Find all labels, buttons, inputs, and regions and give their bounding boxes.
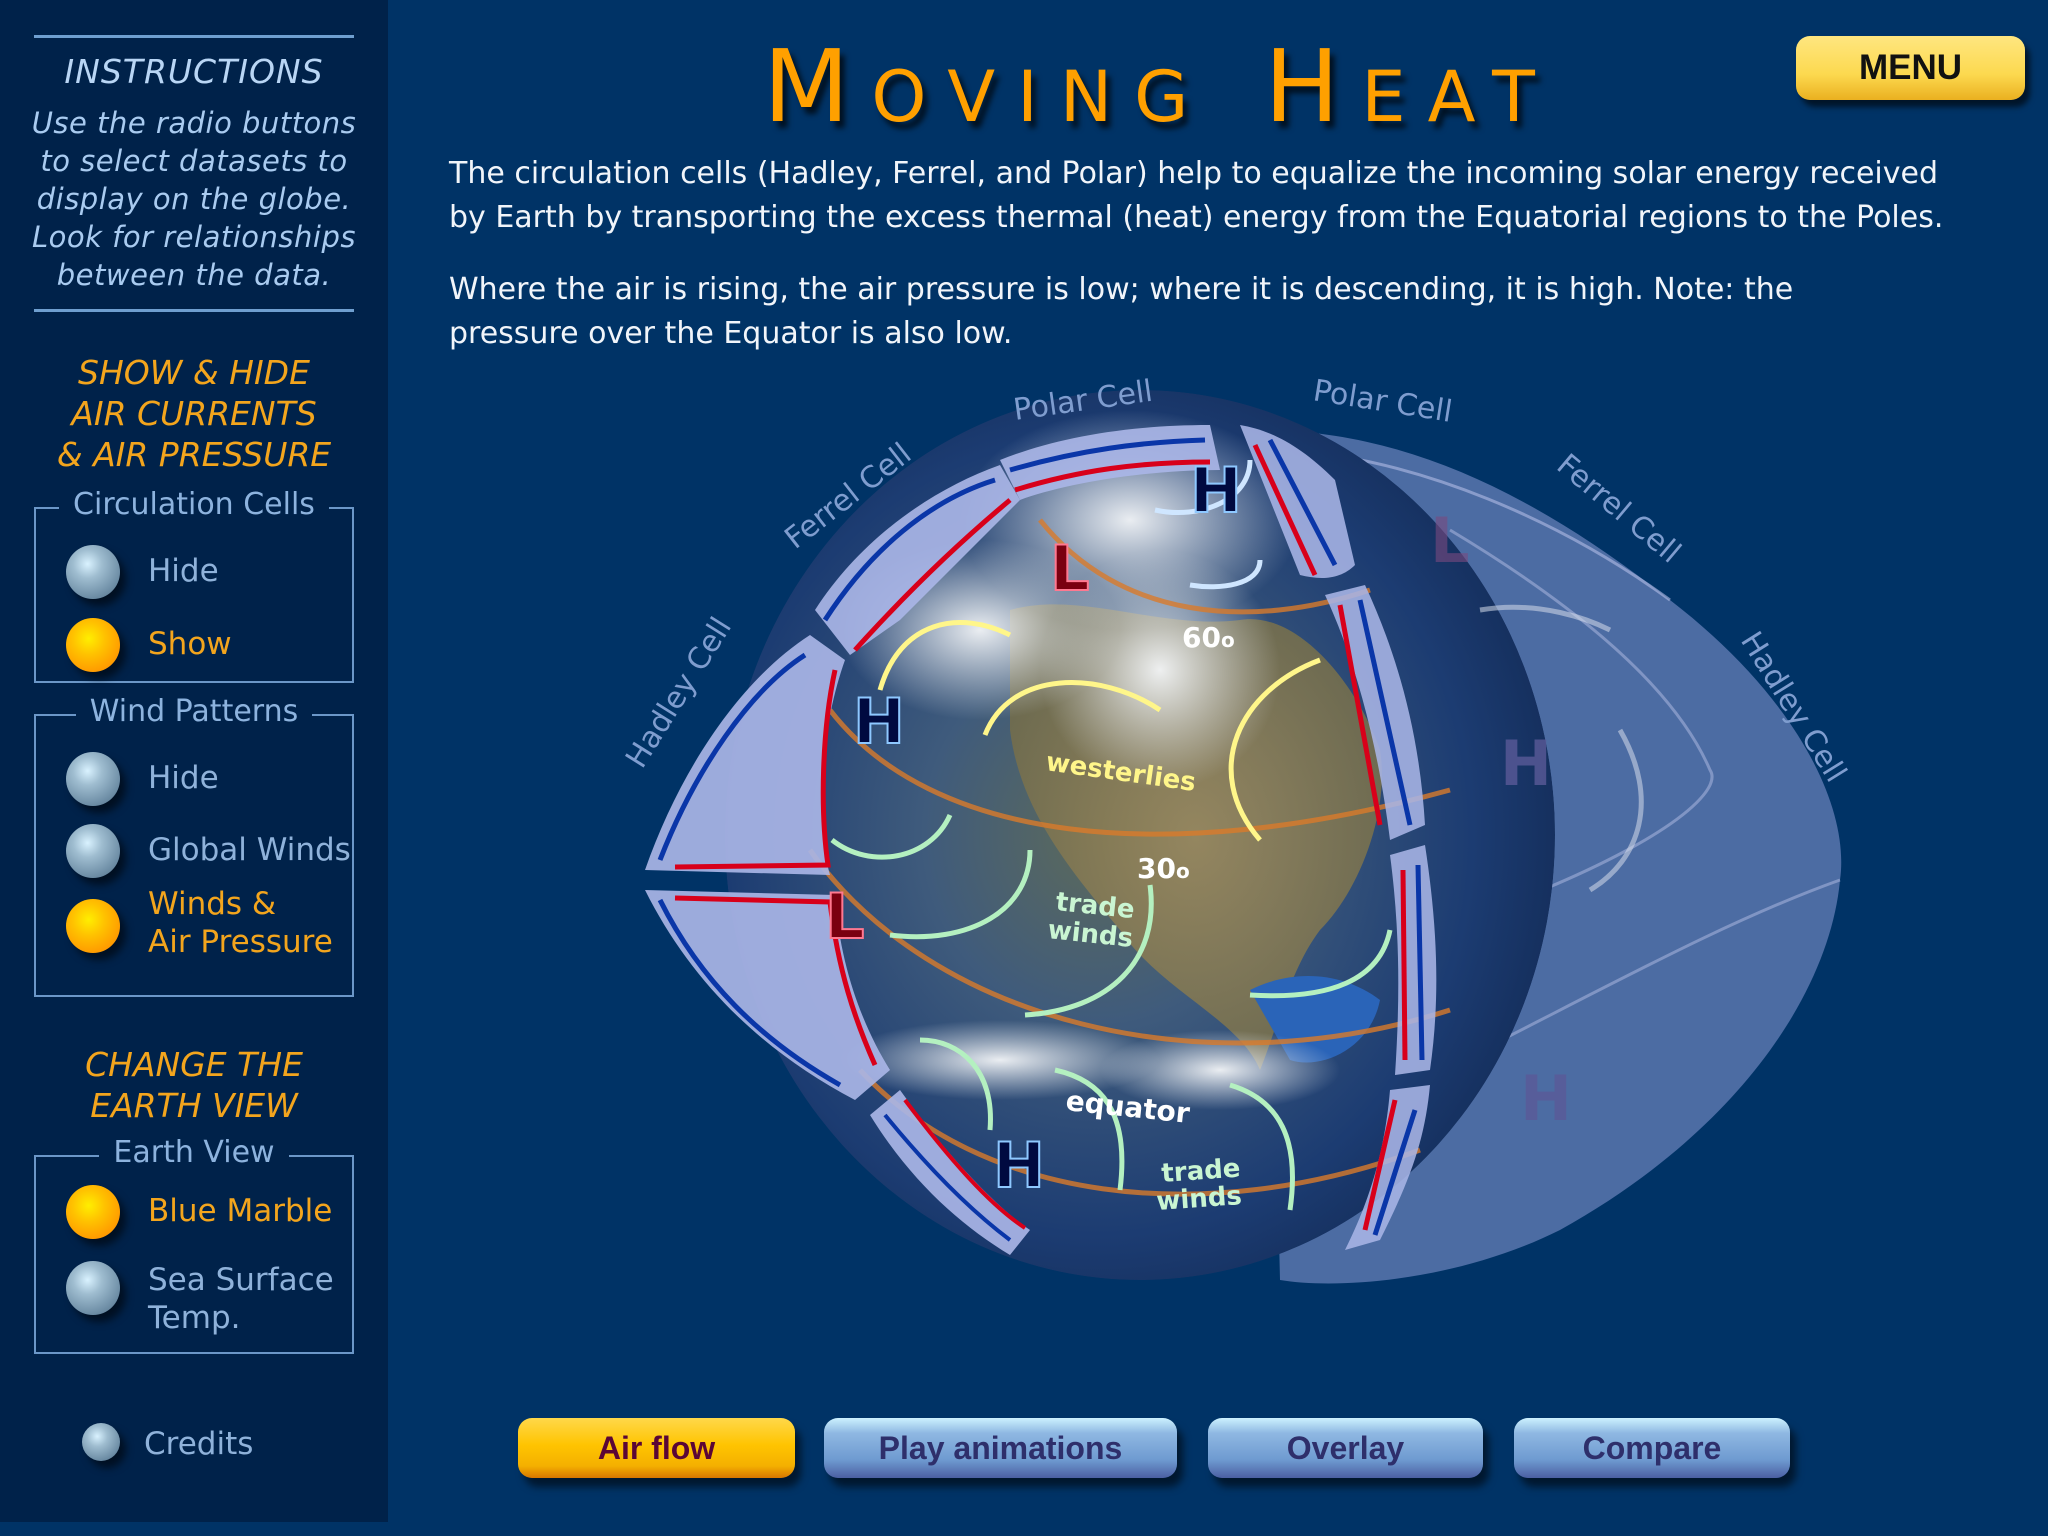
warm-flow-arrow [1400, 869, 1408, 1061]
instructions-line: Use the radio buttons [31, 106, 357, 140]
earth-view-legend: Earth View [36, 1135, 352, 1170]
divider [34, 309, 354, 312]
credits-label: Credits [144, 1426, 254, 1462]
radio-label-line: Temp. [148, 1300, 241, 1336]
overlay-button[interactable]: Overlay [1208, 1418, 1483, 1478]
instructions-line: between the data. [56, 258, 332, 292]
low-pressure-label-far: L [1430, 504, 1470, 577]
heading-line: & AIR PRESSURE [56, 435, 332, 474]
radio-button-selected-icon[interactable] [66, 899, 120, 953]
radio-label-line: Air Pressure [148, 924, 333, 960]
radio-label: Hide [148, 760, 219, 796]
instructions-line: Look for relationships [32, 220, 356, 254]
low-pressure-label: L [1050, 532, 1090, 605]
radio-button-icon[interactable] [66, 545, 120, 599]
low-pressure-label: L [825, 880, 865, 953]
earth-view-group: Earth View Blue Marble Sea Surface Temp. [34, 1135, 354, 1354]
intro-paragraph-2: Where the air is rising, the air pressur… [449, 268, 2009, 356]
credits-icon[interactable] [82, 1423, 120, 1461]
page-title: Moving Heat [763, 28, 1557, 145]
show-hide-heading: SHOW & HIDE AIR CURRENTS & AIR PRESSURE [0, 352, 388, 475]
radio-label: Blue Marble [148, 1193, 333, 1229]
instructions-line: to select datasets to [40, 144, 348, 178]
legend-text: Earth View [99, 1135, 289, 1170]
menu-button[interactable]: MENU [1796, 36, 2025, 100]
radio-button-icon[interactable] [66, 752, 120, 806]
radio-wind-hide[interactable]: Hide [66, 752, 219, 806]
radio-circulation-show[interactable]: Show [66, 618, 232, 672]
sidebar: INSTRUCTIONS Use the radio buttons to se… [0, 0, 388, 1522]
degree-symbol: o [1176, 859, 1190, 883]
paragraph-line: Where the air is rising, the air pressur… [449, 272, 1794, 307]
radio-button-selected-icon[interactable] [66, 1185, 120, 1239]
heading-line: CHANGE THE [85, 1045, 303, 1084]
legend-text: Circulation Cells [59, 487, 329, 522]
high-pressure-label-far: H [1500, 727, 1552, 800]
latitude-value: 30 [1137, 852, 1176, 885]
paragraph-line: The circulation cells (Hadley, Ferrel, a… [449, 156, 1938, 191]
radio-button-selected-icon[interactable] [66, 618, 120, 672]
radio-blue-marble[interactable]: Blue Marble [66, 1185, 332, 1239]
wind-patterns-legend: Wind Patterns [36, 694, 352, 729]
radio-label: Hide [148, 553, 219, 589]
air-flow-button[interactable]: Air flow [518, 1418, 795, 1478]
radio-label-line: Sea Surface [148, 1262, 334, 1298]
radio-label-line: Winds & [148, 886, 277, 922]
latitude-value: 60 [1182, 621, 1221, 654]
polar-cell-label-right: Polar Cell [1311, 373, 1455, 429]
instructions-title: INSTRUCTIONS [64, 52, 324, 91]
credits-button[interactable]: Credits [82, 1423, 253, 1463]
paragraph-line: by Earth by transporting the excess ther… [449, 200, 1944, 235]
divider [34, 35, 354, 38]
heading-line: SHOW & HIDE [78, 353, 310, 392]
legend-text: Wind Patterns [75, 694, 313, 729]
trade-winds-label: winds [1155, 1181, 1242, 1217]
radio-sea-surface-temp[interactable]: Sea Surface Temp. [66, 1261, 334, 1337]
circulation-diagram: H L H L H L H H 60o 30o equator westerli… [619, 373, 1853, 1284]
radio-label: Show [148, 626, 232, 662]
paragraph-line: pressure over the Equator is also low. [449, 316, 1013, 351]
radio-wind-air-pressure[interactable]: Winds & Air Pressure [66, 886, 333, 961]
high-pressure-label-far: H [1520, 1062, 1572, 1135]
radio-label: Global Winds [148, 832, 351, 868]
radio-button-icon[interactable] [66, 824, 120, 878]
intro-paragraph-1: The circulation cells (Hadley, Ferrel, a… [449, 152, 2009, 240]
instructions-text: Use the radio buttons to select datasets… [14, 104, 374, 294]
high-pressure-label: H [993, 1129, 1045, 1202]
radio-button-icon[interactable] [66, 1261, 120, 1315]
circulation-cells-legend: Circulation Cells [36, 487, 352, 522]
heading-line: EARTH VIEW [90, 1086, 298, 1125]
wind-patterns-group: Wind Patterns Hide Global Winds Winds & … [34, 694, 354, 997]
earth-view-heading: CHANGE THE EARTH VIEW [0, 1044, 388, 1126]
play-animations-button[interactable]: Play animations [824, 1418, 1177, 1478]
circulation-cells-group: Circulation Cells Hide Show [34, 487, 354, 683]
radio-label: Winds & Air Pressure [148, 885, 333, 961]
instructions-line: display on the globe. [36, 182, 352, 216]
high-pressure-label: H [853, 685, 905, 758]
radio-circulation-hide[interactable]: Hide [66, 545, 219, 599]
heading-line: AIR CURRENTS [71, 394, 317, 433]
radio-wind-global[interactable]: Global Winds [66, 824, 351, 878]
compare-button[interactable]: Compare [1514, 1418, 1790, 1478]
degree-symbol: o [1221, 628, 1235, 652]
high-pressure-label: H [1190, 454, 1242, 527]
radio-label: Sea Surface Temp. [148, 1261, 334, 1337]
